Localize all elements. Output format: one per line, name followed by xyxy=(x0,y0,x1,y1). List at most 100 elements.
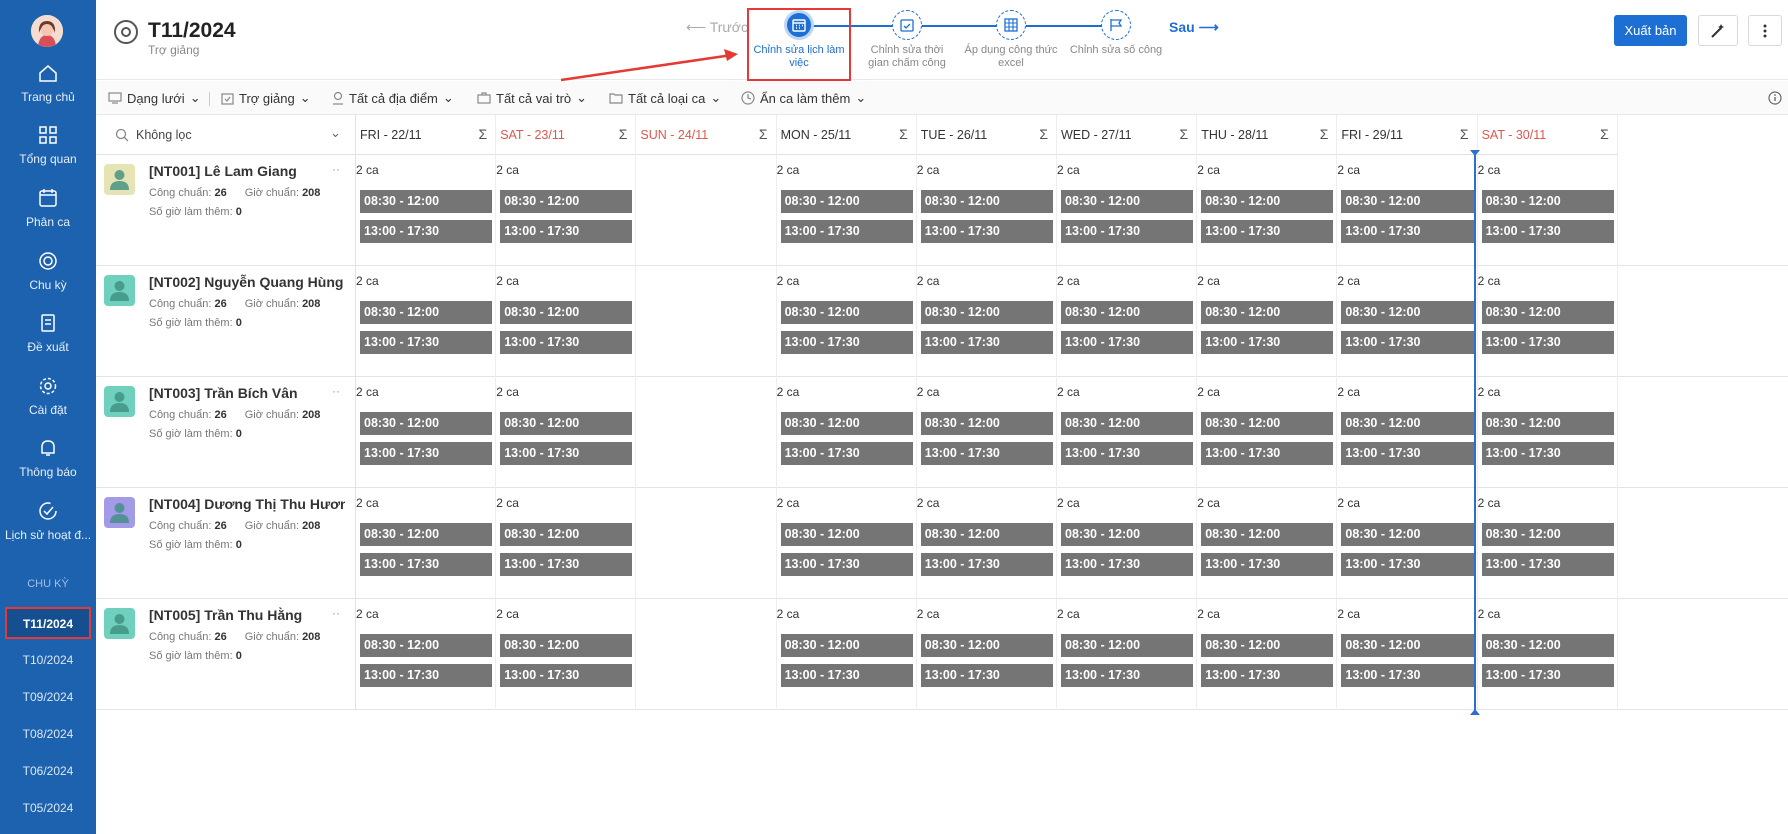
publish-button[interactable]: Xuất bản xyxy=(1614,15,1687,46)
day-cell[interactable]: 2 ca 08:30 - 12:00 13:00 - 17:30 xyxy=(1057,599,1198,710)
shift-block[interactable]: 13:00 - 17:30 xyxy=(1481,331,1614,354)
cycle-item[interactable]: T09/2024 xyxy=(0,690,96,704)
shift-block[interactable]: 08:30 - 12:00 xyxy=(1201,301,1334,324)
shift-block[interactable]: 13:00 - 17:30 xyxy=(1341,442,1474,465)
day-cell[interactable]: 2 ca 08:30 - 12:00 13:00 - 17:30 xyxy=(1337,155,1478,266)
shift-block[interactable]: 13:00 - 17:30 xyxy=(360,220,493,243)
drag-handle-icon[interactable]: ·· xyxy=(332,273,340,287)
day-cell[interactable]: 2 ca 08:30 - 12:00 13:00 - 17:30 xyxy=(1197,599,1338,710)
shift-block[interactable]: 13:00 - 17:30 xyxy=(360,664,493,687)
step-4[interactable]: Chỉnh sửa số công xyxy=(1068,10,1164,57)
drag-handle-icon[interactable]: ·· xyxy=(332,495,340,509)
day-column-header[interactable]: FRI - 29/11 Σ xyxy=(1337,115,1478,155)
more-options-button[interactable] xyxy=(1748,15,1782,46)
day-column-header[interactable]: FRI - 22/11 Σ xyxy=(356,115,497,155)
day-cell[interactable]: 2 ca 08:30 - 12:00 13:00 - 17:30 xyxy=(1337,599,1478,710)
shift-block[interactable]: 13:00 - 17:30 xyxy=(920,331,1053,354)
sum-icon[interactable]: Σ xyxy=(479,126,488,142)
employee-name[interactable]: [NT001] Lê Lam Giang xyxy=(149,163,345,179)
sum-icon[interactable]: Σ xyxy=(1460,126,1469,142)
shift-block[interactable]: 08:30 - 12:00 xyxy=(920,523,1053,546)
drag-handle-icon[interactable]: ·· xyxy=(332,162,340,176)
shift-block[interactable]: 08:30 - 12:00 xyxy=(1341,190,1474,213)
day-cell[interactable]: 2 ca 08:30 - 12:00 13:00 - 17:30 xyxy=(1478,266,1618,377)
day-cell[interactable]: 2 ca 08:30 - 12:00 13:00 - 17:30 xyxy=(917,599,1057,710)
sidebar-item-1[interactable]: Trang chủ xyxy=(0,62,96,104)
day-cell[interactable] xyxy=(636,266,777,377)
day-cell[interactable]: 2 ca 08:30 - 12:00 13:00 - 17:30 xyxy=(356,377,497,488)
shift-block[interactable]: 08:30 - 12:00 xyxy=(1341,301,1474,324)
shift-block[interactable]: 08:30 - 12:00 xyxy=(1481,412,1614,435)
day-cell[interactable]: 2 ca 08:30 - 12:00 13:00 - 17:30 xyxy=(917,377,1057,488)
sum-icon[interactable]: Σ xyxy=(759,126,768,142)
shift-block[interactable]: 08:30 - 12:00 xyxy=(1481,301,1614,324)
sum-icon[interactable]: Σ xyxy=(1180,126,1189,142)
shift-types-dropdown[interactable]: Tất cả loại ca ⌄ xyxy=(609,90,721,106)
shift-block[interactable]: 13:00 - 17:30 xyxy=(1061,442,1194,465)
shift-block[interactable]: 13:00 - 17:30 xyxy=(1201,442,1334,465)
day-cell[interactable]: 2 ca 08:30 - 12:00 13:00 - 17:30 xyxy=(1057,155,1198,266)
shift-block[interactable]: 08:30 - 12:00 xyxy=(500,190,633,213)
shift-block[interactable]: 08:30 - 12:00 xyxy=(1061,523,1194,546)
shift-block[interactable]: 08:30 - 12:00 xyxy=(500,412,633,435)
day-cell[interactable]: 2 ca 08:30 - 12:00 13:00 - 17:30 xyxy=(1478,599,1618,710)
shift-block[interactable]: 13:00 - 17:30 xyxy=(1341,664,1474,687)
shift-block[interactable]: 08:30 - 12:00 xyxy=(360,190,493,213)
employee-name[interactable]: [NT004] Dương Thị Thu Hương xyxy=(149,496,345,512)
shift-block[interactable]: 13:00 - 17:30 xyxy=(1201,664,1334,687)
shift-block[interactable]: 13:00 - 17:30 xyxy=(1201,331,1334,354)
shift-block[interactable]: 13:00 - 17:30 xyxy=(360,442,493,465)
day-cell[interactable]: 2 ca 08:30 - 12:00 13:00 - 17:30 xyxy=(1478,155,1618,266)
shift-block[interactable]: 13:00 - 17:30 xyxy=(1341,331,1474,354)
day-cell[interactable]: 2 ca 08:30 - 12:00 13:00 - 17:30 xyxy=(1197,155,1338,266)
day-cell[interactable]: 2 ca 08:30 - 12:00 13:00 - 17:30 xyxy=(1337,266,1478,377)
sidebar-item-8[interactable]: Lịch sử hoạt đ... xyxy=(0,500,96,542)
shift-block[interactable]: 08:30 - 12:00 xyxy=(780,634,913,657)
sidebar-item-4[interactable]: Chu kỳ xyxy=(0,250,96,292)
cycle-item[interactable]: T06/2024 xyxy=(0,764,96,778)
day-cell[interactable]: 2 ca 08:30 - 12:00 13:00 - 17:30 xyxy=(1197,377,1338,488)
shift-block[interactable]: 13:00 - 17:30 xyxy=(500,553,633,576)
day-cell[interactable]: 2 ca 08:30 - 12:00 13:00 - 17:30 xyxy=(496,377,637,488)
shift-block[interactable]: 08:30 - 12:00 xyxy=(780,412,913,435)
cycle-item[interactable]: T11/2024 xyxy=(5,607,91,639)
shift-block[interactable]: 13:00 - 17:30 xyxy=(920,220,1053,243)
shift-block[interactable]: 13:00 - 17:30 xyxy=(1341,553,1474,576)
day-cell[interactable]: 2 ca 08:30 - 12:00 13:00 - 17:30 xyxy=(1478,377,1618,488)
shift-block[interactable]: 13:00 - 17:30 xyxy=(500,220,633,243)
shift-block[interactable]: 08:30 - 12:00 xyxy=(1341,523,1474,546)
shift-block[interactable]: 08:30 - 12:00 xyxy=(500,301,633,324)
sidebar-item-5[interactable]: Đề xuất xyxy=(0,312,96,354)
roles-dropdown[interactable]: Tất cả vai trò ⌄ xyxy=(477,90,587,106)
sidebar-item-2[interactable]: Tổng quan xyxy=(0,124,96,166)
view-mode-dropdown[interactable]: Dạng lưới ⌄ xyxy=(108,90,201,106)
sidebar-item-7[interactable]: Thông báo xyxy=(0,437,96,479)
shift-block[interactable]: 08:30 - 12:00 xyxy=(1341,412,1474,435)
shift-block[interactable]: 08:30 - 12:00 xyxy=(920,634,1053,657)
day-cell[interactable]: 2 ca 08:30 - 12:00 13:00 - 17:30 xyxy=(1337,488,1478,599)
role-dropdown[interactable]: Trợ giảng ⌄ xyxy=(221,90,311,106)
shift-block[interactable]: 08:30 - 12:00 xyxy=(1061,301,1194,324)
employee-cell[interactable]: [NT001] Lê Lam Giang ·· Công chuẩn: 26 Giờ … xyxy=(96,155,356,266)
day-cell[interactable]: 2 ca 08:30 - 12:00 13:00 - 17:30 xyxy=(1197,488,1338,599)
shift-block[interactable]: 13:00 - 17:30 xyxy=(1201,220,1334,243)
day-cell[interactable]: 2 ca 08:30 - 12:00 13:00 - 17:30 xyxy=(356,599,497,710)
drag-handle-icon[interactable]: ·· xyxy=(332,606,340,620)
prev-step-button[interactable]: ⟵ Trước xyxy=(686,19,748,36)
shift-block[interactable]: 13:00 - 17:30 xyxy=(1061,664,1194,687)
shift-block[interactable]: 13:00 - 17:30 xyxy=(780,442,913,465)
shift-block[interactable]: 13:00 - 17:30 xyxy=(1061,331,1194,354)
day-cell[interactable]: 2 ca 08:30 - 12:00 13:00 - 17:30 xyxy=(1057,377,1198,488)
shift-block[interactable]: 13:00 - 17:30 xyxy=(1061,220,1194,243)
day-cell[interactable]: 2 ca 08:30 - 12:00 13:00 - 17:30 xyxy=(1057,488,1198,599)
employee-cell[interactable]: [NT002] Nguyễn Quang Hùng ·· Công chuẩn: 2… xyxy=(96,266,356,377)
shift-block[interactable]: 13:00 - 17:30 xyxy=(360,553,493,576)
sum-icon[interactable]: Σ xyxy=(619,126,628,142)
shift-block[interactable]: 08:30 - 12:00 xyxy=(1481,190,1614,213)
shift-block[interactable]: 08:30 - 12:00 xyxy=(500,634,633,657)
shift-block[interactable]: 08:30 - 12:00 xyxy=(1061,412,1194,435)
day-cell[interactable]: 2 ca 08:30 - 12:00 13:00 - 17:30 xyxy=(496,155,637,266)
shift-block[interactable]: 08:30 - 12:00 xyxy=(780,301,913,324)
employee-name[interactable]: [NT003] Trần Bích Vân xyxy=(149,385,345,401)
day-column-header[interactable]: SUN - 24/11 Σ xyxy=(636,115,777,155)
